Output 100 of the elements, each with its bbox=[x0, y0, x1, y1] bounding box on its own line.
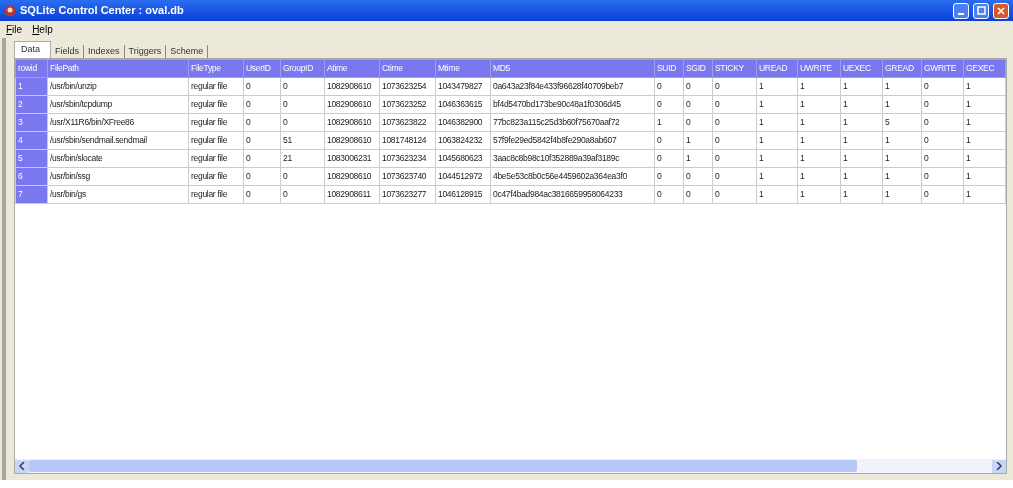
column-header[interactable]: Atime bbox=[324, 59, 380, 78]
table-cell: 1 bbox=[756, 149, 798, 168]
table-cell: 0 bbox=[654, 185, 684, 204]
table-cell: 1 bbox=[882, 149, 922, 168]
table-cell: 1 bbox=[963, 77, 1006, 96]
table-cell: 1 bbox=[756, 167, 798, 186]
table-cell: 0 bbox=[243, 95, 281, 114]
table-cell: 1045680623 bbox=[435, 149, 491, 168]
table-cell: 5 bbox=[882, 113, 922, 132]
window-title: SQLite Control Center : oval.db bbox=[20, 3, 184, 19]
table-cell: 1073623252 bbox=[379, 95, 436, 114]
column-header[interactable]: GREAD bbox=[882, 59, 922, 78]
column-header[interactable]: Ctime bbox=[379, 59, 436, 78]
table-cell: 1073623740 bbox=[379, 167, 436, 186]
table-cell: 0 bbox=[712, 185, 757, 204]
column-header[interactable]: SUID bbox=[654, 59, 684, 78]
menu-item[interactable]: File bbox=[6, 22, 23, 37]
column-header[interactable]: UREAD bbox=[756, 59, 798, 78]
tab[interactable]: Data bbox=[14, 41, 51, 58]
table-cell: 1 bbox=[797, 77, 841, 96]
table-cell: 4be5e53c8b0c56e4459602a364ea3f0 bbox=[490, 167, 655, 186]
table-cell: 21 bbox=[280, 149, 325, 168]
table-cell: regular file bbox=[188, 95, 244, 114]
table-cell: 0 bbox=[683, 95, 713, 114]
table-cell: 0 bbox=[280, 77, 325, 96]
table-cell: 1 bbox=[882, 77, 922, 96]
table-cell: 0 bbox=[654, 167, 684, 186]
table-cell: regular file bbox=[188, 77, 244, 96]
table-cell: 1 bbox=[756, 113, 798, 132]
column-header[interactable]: STICKY bbox=[712, 59, 757, 78]
menu-item[interactable]: Help bbox=[32, 22, 53, 37]
table-cell: 1046363615 bbox=[435, 95, 491, 114]
table-cell: 0 bbox=[243, 131, 281, 150]
maximize-icon bbox=[976, 6, 986, 15]
table-cell: 1 bbox=[840, 77, 883, 96]
table-cell: 1 bbox=[756, 95, 798, 114]
table-cell: 0 bbox=[243, 185, 281, 204]
table-cell: 1 bbox=[654, 113, 684, 132]
table-cell: 1 bbox=[963, 95, 1006, 114]
table-cell: 1 bbox=[797, 185, 841, 204]
scrollbar-thumb[interactable] bbox=[29, 460, 858, 472]
table-cell: 0 bbox=[654, 95, 684, 114]
column-header[interactable]: GEXEC bbox=[963, 59, 1006, 78]
table-cell: 1073623277 bbox=[379, 185, 436, 204]
table-cell: 1044512972 bbox=[435, 167, 491, 186]
column-header[interactable]: UWRITE bbox=[797, 59, 841, 78]
table-cell: 1063824232 bbox=[435, 131, 491, 150]
table-cell: 1 bbox=[797, 131, 841, 150]
table-cell: 1 bbox=[797, 149, 841, 168]
table-cell: 0 bbox=[712, 149, 757, 168]
minimize-icon bbox=[958, 12, 964, 15]
table-cell: /usr/sbin/tcpdump bbox=[47, 95, 189, 114]
table-cell: 0 bbox=[280, 95, 325, 114]
table-cell: 1 bbox=[840, 95, 883, 114]
scroll-left-button[interactable] bbox=[15, 459, 29, 473]
table-cell: 0 bbox=[921, 95, 964, 114]
table-cell: regular file bbox=[188, 167, 244, 186]
column-header[interactable]: FileType bbox=[188, 59, 244, 78]
table-cell: 1 bbox=[963, 167, 1006, 186]
column-header[interactable]: Mtime bbox=[435, 59, 491, 78]
column-header[interactable]: GroupID bbox=[280, 59, 325, 78]
table-cell: /usr/sbin/sendmail.sendmail bbox=[47, 131, 189, 150]
table-cell: 0 bbox=[921, 131, 964, 150]
table-cell: 1 bbox=[756, 185, 798, 204]
chevron-right-icon bbox=[996, 462, 1002, 470]
app-icon bbox=[4, 4, 16, 17]
minimize-button[interactable] bbox=[953, 2, 969, 19]
table-cell: 1083006231 bbox=[324, 149, 380, 168]
column-header[interactable]: UEXEC bbox=[840, 59, 883, 78]
table-cell: /usr/bin/slocate bbox=[47, 149, 189, 168]
table-cell: 1 bbox=[963, 113, 1006, 132]
table-cell: 0 bbox=[280, 113, 325, 132]
table-cell: 1082908610 bbox=[324, 95, 380, 114]
column-header[interactable]: GWRITE bbox=[921, 59, 964, 78]
column-header[interactable]: UserID bbox=[243, 59, 281, 78]
table-cell: 1 bbox=[756, 131, 798, 150]
column-header[interactable]: FilePath bbox=[47, 59, 189, 78]
table-cell: 0 bbox=[243, 149, 281, 168]
column-header[interactable]: SGID bbox=[683, 59, 713, 78]
table-cell: 1 bbox=[882, 131, 922, 150]
table-cell: 1 bbox=[683, 149, 713, 168]
close-button[interactable] bbox=[993, 2, 1009, 19]
scroll-right-button[interactable] bbox=[992, 459, 1006, 473]
table-cell: 1 bbox=[797, 95, 841, 114]
table-cell: 1 bbox=[840, 113, 883, 132]
table-cell: 0 bbox=[683, 77, 713, 96]
table-cell: 0 bbox=[683, 167, 713, 186]
column-header[interactable]: rowid bbox=[15, 59, 48, 78]
column-header[interactable]: MD5 bbox=[490, 59, 655, 78]
table-cell: 1 bbox=[840, 167, 883, 186]
table-cell: 0c47f4bad984ac3816659958064233 bbox=[490, 185, 655, 204]
table-cell: 0 bbox=[280, 167, 325, 186]
table-cell: 1 bbox=[840, 149, 883, 168]
table-cell: 0 bbox=[921, 149, 964, 168]
table-cell: 1 bbox=[963, 149, 1006, 168]
maximize-button[interactable] bbox=[973, 2, 989, 19]
table-cell: regular file bbox=[188, 185, 244, 204]
table-cell: 0 bbox=[712, 95, 757, 114]
table-cell: 1 bbox=[840, 131, 883, 150]
table-cell: 1073623234 bbox=[379, 149, 436, 168]
